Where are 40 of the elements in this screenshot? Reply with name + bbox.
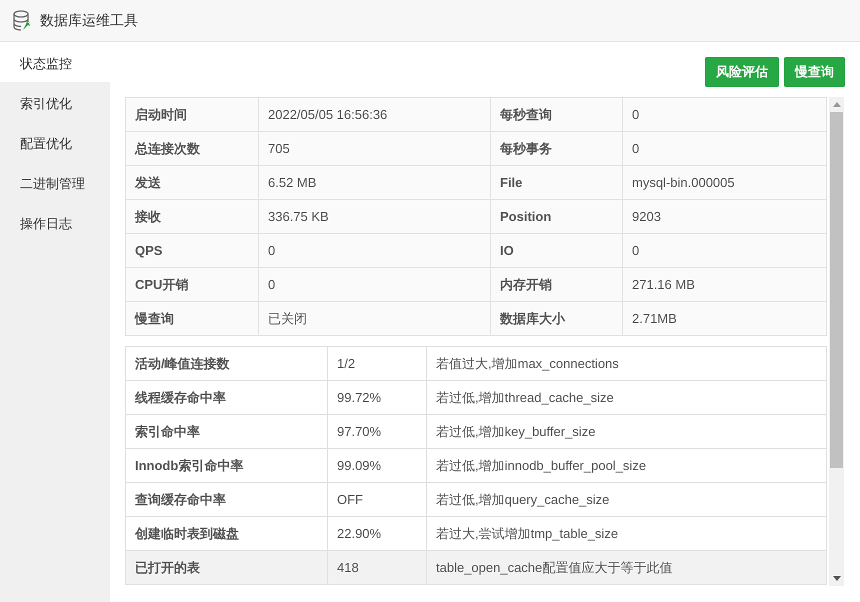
- label-cell: 数据库大小: [490, 302, 622, 336]
- value-cell: 2022/05/05 16:56:36: [258, 98, 490, 132]
- value-cell: 705: [258, 132, 490, 166]
- value-cell: 271.16 MB: [622, 268, 826, 302]
- value-cell: 336.75 KB: [258, 200, 490, 234]
- window-title: 数据库运维工具: [40, 11, 138, 30]
- label-cell: 总连接次数: [126, 132, 258, 166]
- value-cell: 0: [258, 268, 490, 302]
- scrollbar[interactable]: [829, 97, 844, 586]
- advice-cell: 若值过大,增加max_connections: [426, 346, 826, 380]
- label-cell: 内存开销: [490, 268, 622, 302]
- label-cell: 启动时间: [126, 98, 258, 132]
- scrollbar-thumb[interactable]: [830, 112, 843, 468]
- value-cell: mysql-bin.000005: [622, 166, 826, 200]
- label-cell: File: [490, 166, 622, 200]
- label-cell: Position: [490, 200, 622, 234]
- value-cell: 9203: [622, 200, 826, 234]
- label-cell: 接收: [126, 200, 258, 234]
- label-cell: 每秒事务: [490, 132, 622, 166]
- value-cell: 已关闭: [258, 302, 490, 336]
- label-cell: IO: [490, 234, 622, 268]
- value-cell: 0: [622, 132, 826, 166]
- metric-name-cell: 已打开的表: [126, 550, 328, 584]
- value-cell: 0: [258, 234, 490, 268]
- label-cell: CPU开销: [126, 268, 258, 302]
- value-cell: 6.52 MB: [258, 166, 490, 200]
- label-cell: 每秒查询: [490, 98, 622, 132]
- value-cell: 0: [622, 98, 826, 132]
- label-cell: 发送: [126, 166, 258, 200]
- value-cell: 0: [622, 234, 826, 268]
- scroll-down-icon[interactable]: [832, 576, 840, 581]
- sidebar-item[interactable]: 状态监控: [0, 42, 110, 82]
- advice-cell: table_open_cache配置值应大于等于此值: [426, 550, 826, 584]
- metric-name-cell: 活动/峰值连接数: [126, 346, 328, 380]
- metric-value-cell: 418: [328, 550, 426, 584]
- database-icon: [12, 10, 32, 32]
- value-cell: 2.71MB: [622, 302, 826, 336]
- label-cell: 慢查询: [126, 302, 258, 336]
- label-cell: QPS: [126, 234, 258, 268]
- scroll-up-icon[interactable]: [832, 102, 840, 107]
